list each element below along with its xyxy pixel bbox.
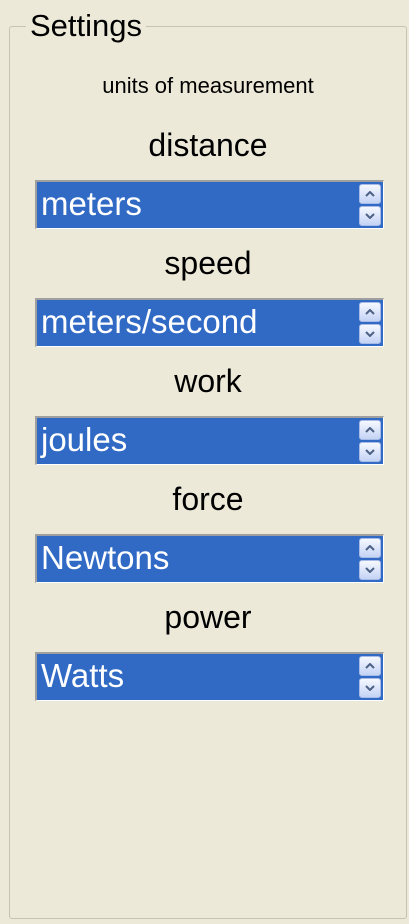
chevron-down-icon xyxy=(365,685,375,691)
force-spin-buttons xyxy=(359,538,381,580)
speed-down-button[interactable] xyxy=(359,324,381,344)
settings-panel: Settings units of measurement distance m… xyxy=(0,0,409,924)
power-up-button[interactable] xyxy=(359,656,381,676)
chevron-down-icon xyxy=(365,213,375,219)
speed-label: speed xyxy=(164,245,252,281)
chevron-up-icon xyxy=(365,191,375,197)
speed-spinner[interactable]: meters/second xyxy=(35,298,384,347)
work-up-button[interactable] xyxy=(359,420,381,440)
speed-up-button[interactable] xyxy=(359,302,381,322)
units-subtitle: units of measurement xyxy=(102,73,314,98)
force-up-button[interactable] xyxy=(359,538,381,558)
force-value[interactable]: Newtons xyxy=(41,536,169,582)
power-value[interactable]: Watts xyxy=(41,654,124,700)
distance-down-button[interactable] xyxy=(359,206,381,226)
chevron-up-icon xyxy=(365,427,375,433)
chevron-down-icon xyxy=(365,567,375,573)
settings-group-title: Settings xyxy=(26,7,147,45)
work-spinner[interactable]: joules xyxy=(35,416,384,465)
force-label: force xyxy=(172,481,244,517)
work-down-button[interactable] xyxy=(359,442,381,462)
distance-spinner[interactable]: meters xyxy=(35,180,384,229)
speed-value[interactable]: meters/second xyxy=(41,300,257,346)
speed-spin-buttons xyxy=(359,302,381,344)
chevron-down-icon xyxy=(365,449,375,455)
chevron-up-icon xyxy=(365,309,375,315)
distance-spin-buttons xyxy=(359,184,381,226)
power-spinner[interactable]: Watts xyxy=(35,652,384,701)
force-spinner[interactable]: Newtons xyxy=(35,534,384,583)
distance-label: distance xyxy=(148,127,268,163)
chevron-up-icon xyxy=(365,545,375,551)
power-down-button[interactable] xyxy=(359,678,381,698)
chevron-down-icon xyxy=(365,331,375,337)
distance-value[interactable]: meters xyxy=(41,182,142,228)
work-value[interactable]: joules xyxy=(41,418,127,464)
chevron-up-icon xyxy=(365,663,375,669)
distance-up-button[interactable] xyxy=(359,184,381,204)
work-spin-buttons xyxy=(359,420,381,462)
power-spin-buttons xyxy=(359,656,381,698)
force-down-button[interactable] xyxy=(359,560,381,580)
power-label: power xyxy=(164,599,252,635)
work-label: work xyxy=(174,363,242,399)
